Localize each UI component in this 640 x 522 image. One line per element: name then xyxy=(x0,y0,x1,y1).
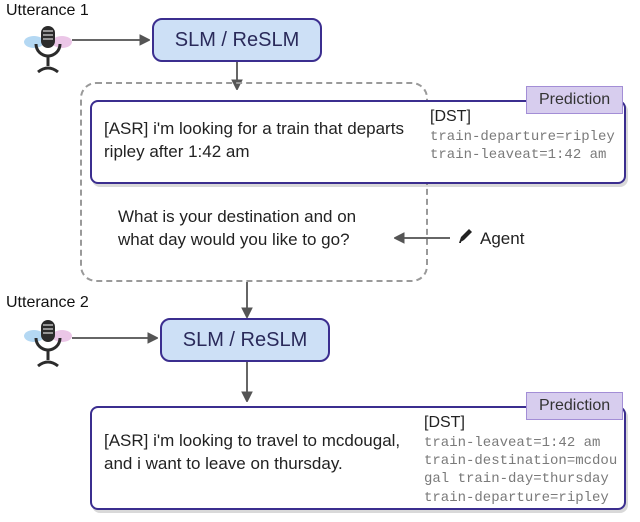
slm-label: SLM / ReSLM xyxy=(183,329,307,352)
prediction-badge: Prediction xyxy=(526,86,623,114)
arrow-left-icon xyxy=(394,232,450,244)
arrow-right-icon xyxy=(72,332,158,344)
slm-label: SLM / ReSLM xyxy=(175,29,299,52)
dst-label: [DST] xyxy=(424,414,465,432)
agent-prompt-text: What is your destination and on what day… xyxy=(118,206,388,252)
arrow-down-icon xyxy=(240,282,254,318)
agent-label: Agent xyxy=(456,226,524,251)
microphone-icon xyxy=(24,316,72,372)
agent-text-label: Agent xyxy=(480,229,524,249)
slm-model-box: SLM / ReSLM xyxy=(152,18,322,62)
pencil-hand-icon xyxy=(456,226,476,251)
arrow-right-icon xyxy=(72,34,150,46)
slm-model-box: SLM / ReSLM xyxy=(160,318,330,362)
utterance-1-label: Utterance 1 xyxy=(6,2,89,20)
turn-2-asr-text: [ASR] i'm looking to travel to mcdougal,… xyxy=(104,430,404,476)
prediction-badge: Prediction xyxy=(526,392,623,420)
turn-1-asr-text: [ASR] i'm looking for a train that depar… xyxy=(104,118,404,164)
turn-1-dst-content: train-departure=ripley train-leaveat=1:4… xyxy=(430,128,622,164)
turn-2-dst-content: train-leaveat=1:42 am train-destination=… xyxy=(424,434,622,507)
utterance-2-label: Utterance 2 xyxy=(6,294,89,312)
dst-label: [DST] xyxy=(430,108,471,126)
arrow-down-icon xyxy=(240,362,254,402)
microphone-icon xyxy=(24,22,72,78)
